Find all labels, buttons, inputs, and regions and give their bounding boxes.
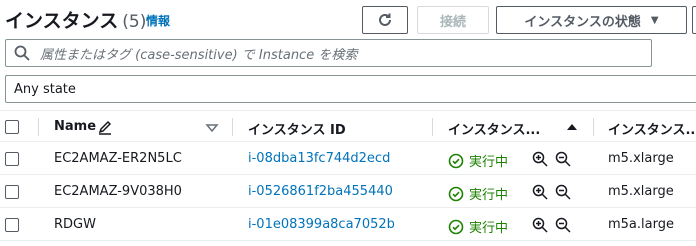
instance-state-text: 実行中: [469, 155, 509, 170]
instance-name: EC2AMAZ-9V038H0: [54, 184, 182, 199]
row-checkbox[interactable]: [5, 185, 19, 199]
instance-count: (5): [122, 12, 147, 32]
instance-state: 実行中: [448, 184, 508, 203]
refresh-icon: [379, 13, 391, 26]
column-header-name[interactable]: Name: [54, 119, 96, 134]
status-success-icon: [448, 219, 464, 234]
instance-type: m5a.large: [608, 217, 674, 232]
page-title-text: インスタンス: [5, 10, 119, 32]
state-filter-value: Any state: [14, 81, 76, 97]
column-header-instance-type[interactable]: インスタンス...: [608, 119, 696, 138]
sort-caret-up-icon[interactable]: [564, 119, 580, 135]
page-header: インスタンス (5) 情報 接続 インスタンスの状態 ▼: [0, 0, 696, 38]
zoom-in-icon[interactable]: [532, 151, 548, 167]
instance-state-text: 実行中: [469, 188, 509, 203]
actions-button[interactable]: [692, 6, 696, 34]
zoom-out-icon[interactable]: [555, 217, 571, 233]
column-divider: [593, 118, 594, 136]
status-success-icon: [448, 153, 464, 168]
table-header: Name インスタンス ID インスタンス... インスタンス...: [0, 110, 696, 142]
caret-down-icon: ▼: [650, 14, 659, 26]
instance-type: m5.xlarge: [608, 151, 674, 166]
zoom-out-icon[interactable]: [555, 184, 571, 200]
instance-id-link[interactable]: i-08dba13fc744d2ecd: [248, 151, 390, 166]
edit-pencil-icon[interactable]: [97, 119, 113, 135]
column-divider: [432, 118, 433, 136]
search-icon: [14, 45, 30, 61]
page-title: インスタンス (5): [5, 6, 146, 33]
row-checkbox[interactable]: [5, 218, 19, 232]
sort-caret-down-icon[interactable]: [204, 120, 220, 136]
status-success-icon: [448, 186, 464, 201]
instance-state-button[interactable]: インスタンスの状態 ▼: [496, 6, 687, 34]
table-row[interactable]: EC2AMAZ-ER2N5LC i-08dba13fc744d2ecd 実行中 …: [0, 143, 696, 175]
row-checkbox[interactable]: [5, 152, 19, 166]
column-header-instance-state[interactable]: インスタンス...: [448, 119, 540, 138]
column-divider: [232, 118, 233, 136]
zoom-in-icon[interactable]: [532, 184, 548, 200]
table-row[interactable]: RDGW i-01e08399a8ca7052b 実行中 m5a.large: [0, 209, 696, 241]
search-placeholder: 属性またはタグ (case-sensitive) で Instance を検索: [40, 47, 358, 63]
column-header-instance-id[interactable]: インスタンス ID: [248, 119, 346, 138]
instance-id-link[interactable]: i-01e08399a8ca7052b: [248, 217, 395, 232]
instance-state-label: インスタンスの状態: [524, 14, 641, 30]
instance-id-link[interactable]: i-0526861f2ba455440: [248, 184, 393, 199]
state-filter-select[interactable]: Any state: [5, 75, 696, 103]
zoom-out-icon[interactable]: [555, 151, 571, 167]
table-row[interactable]: EC2AMAZ-9V038H0 i-0526861f2ba455440 実行中 …: [0, 176, 696, 208]
connect-button[interactable]: 接続: [417, 6, 489, 34]
info-link[interactable]: 情報: [146, 12, 170, 29]
instance-state: 実行中: [448, 151, 508, 170]
instance-state-text: 実行中: [469, 221, 509, 236]
select-all-checkbox[interactable]: [5, 120, 19, 134]
instance-name: EC2AMAZ-ER2N5LC: [54, 151, 182, 166]
refresh-button[interactable]: [362, 6, 408, 34]
connect-label: 接続: [439, 14, 466, 30]
search-input[interactable]: 属性またはタグ (case-sensitive) で Instance を検索: [5, 39, 652, 67]
zoom-in-icon[interactable]: [532, 217, 548, 233]
instance-name: RDGW: [54, 217, 96, 232]
instance-type: m5.xlarge: [608, 184, 674, 199]
instance-state: 実行中: [448, 217, 508, 236]
column-divider: [38, 118, 39, 136]
